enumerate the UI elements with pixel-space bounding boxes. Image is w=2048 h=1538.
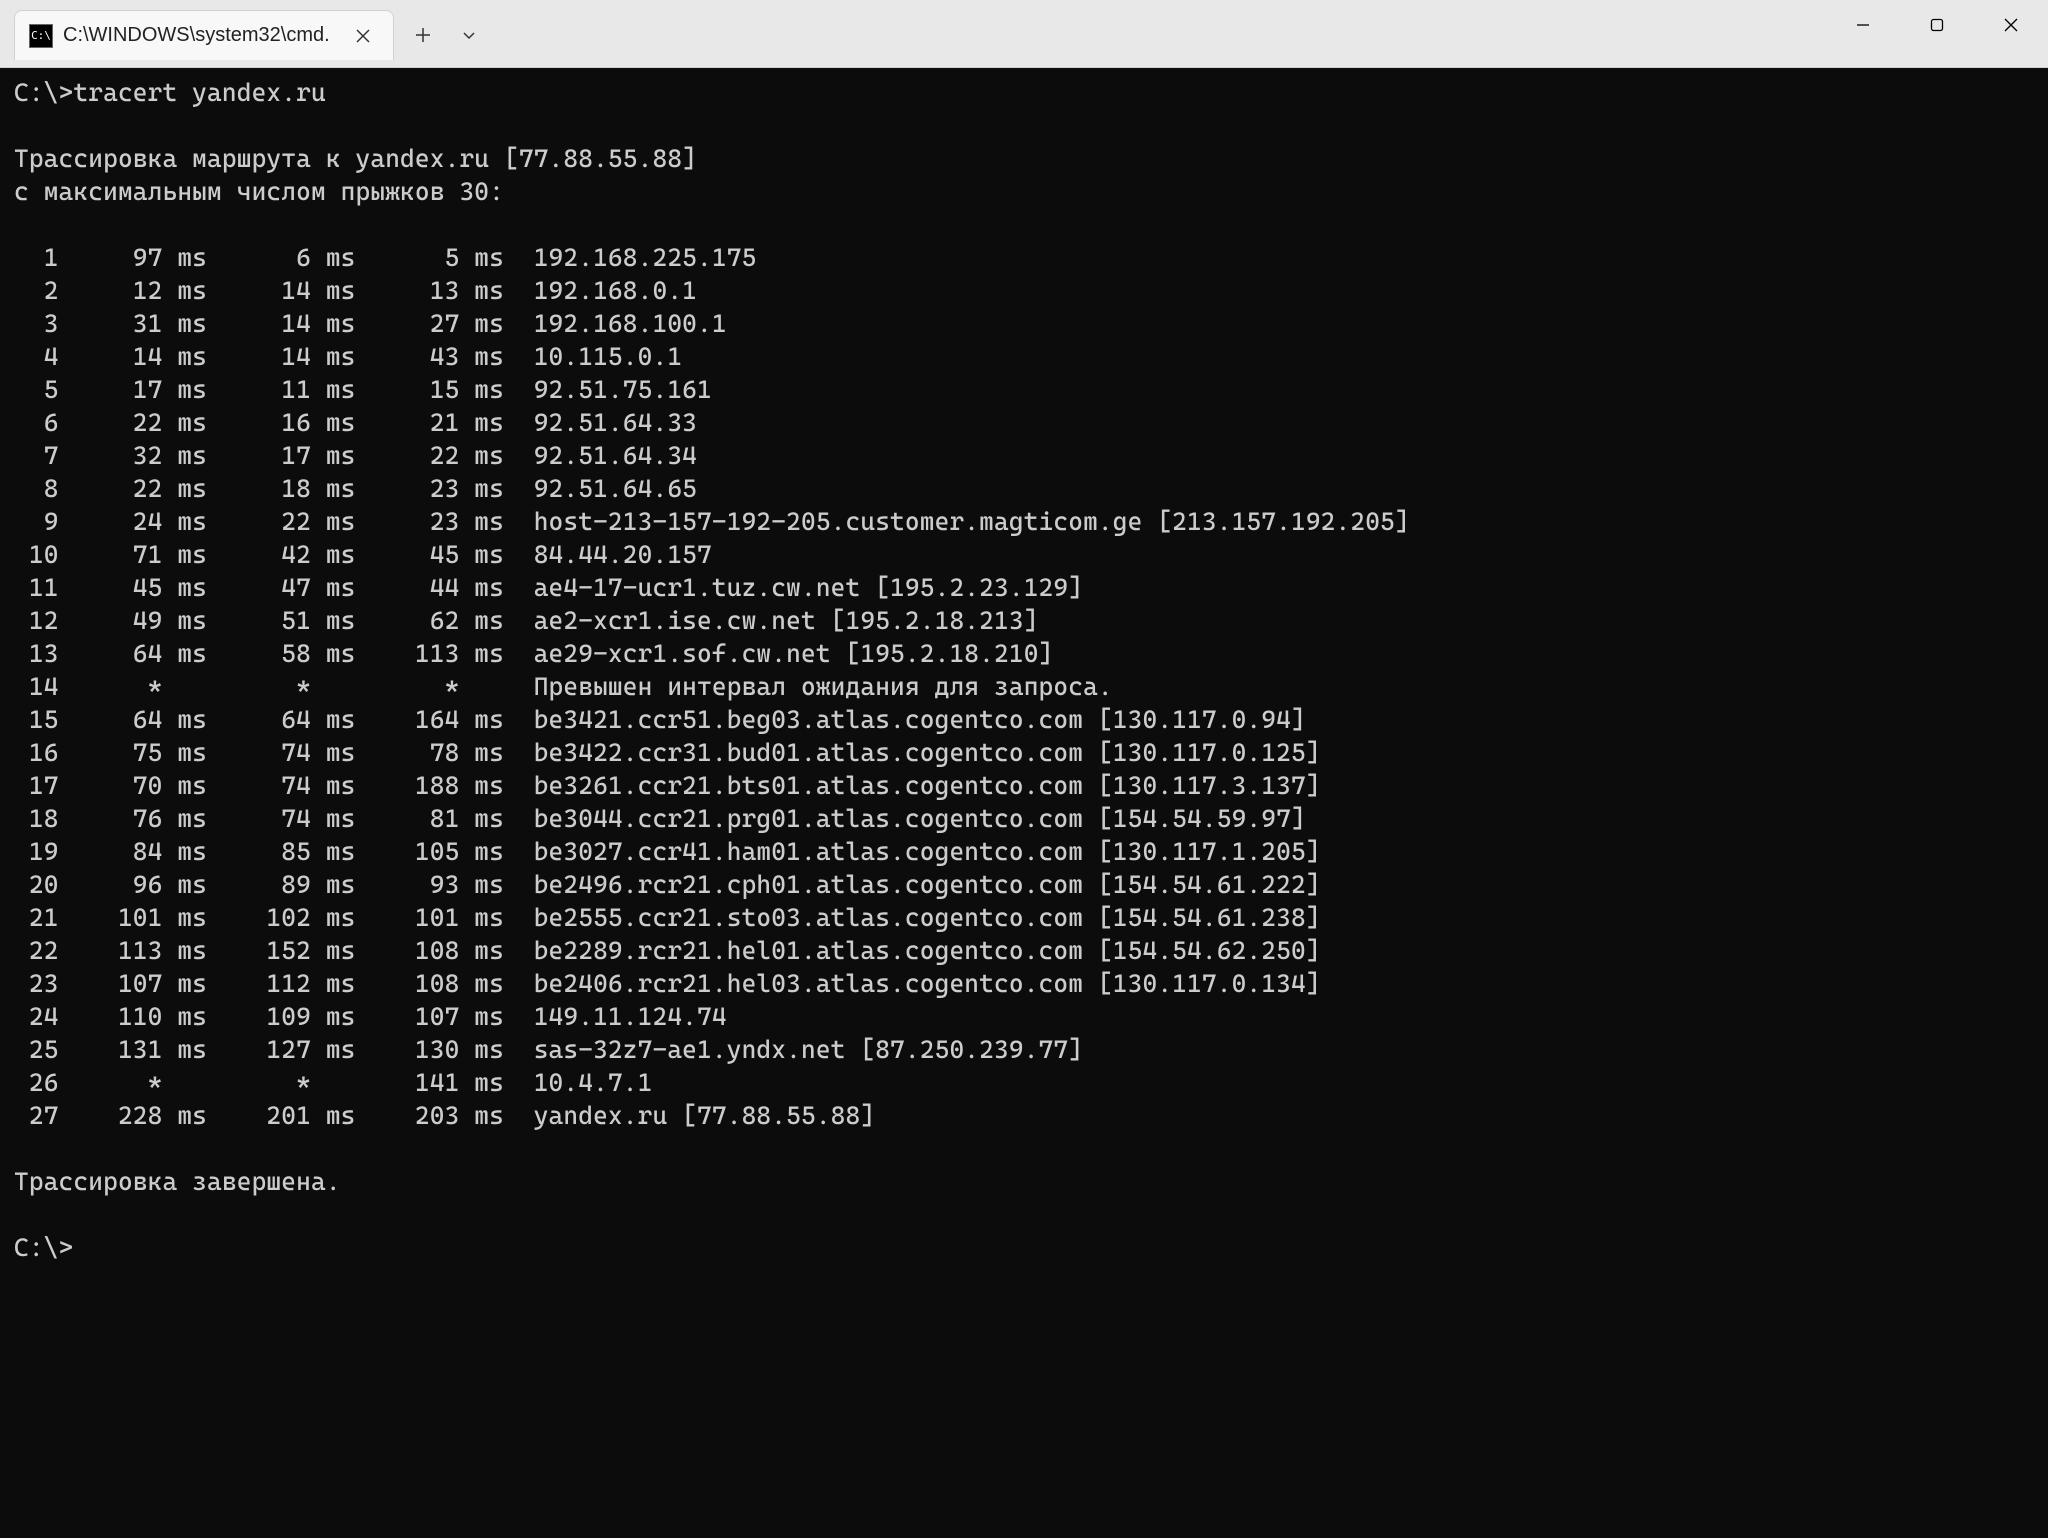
tab-active[interactable]: C:\ C:\WINDOWS\system32\cmd. xyxy=(14,10,394,60)
minimize-button[interactable] xyxy=(1826,0,1900,50)
terminal-output[interactable]: C:\>tracert yandex.ru Трассировка маршру… xyxy=(0,68,2048,1538)
new-tab-button[interactable] xyxy=(402,14,444,56)
close-icon xyxy=(356,29,370,43)
maximize-icon xyxy=(1930,18,1944,32)
cmd-icon: C:\ xyxy=(29,24,53,48)
maximize-button[interactable] xyxy=(1900,0,1974,50)
window-controls xyxy=(1826,0,2048,50)
titlebar: C:\ C:\WINDOWS\system32\cmd. xyxy=(0,0,2048,68)
chevron-down-icon xyxy=(462,30,476,40)
close-icon xyxy=(2003,17,2019,33)
terminal-window: C:\ C:\WINDOWS\system32\cmd. xyxy=(0,0,2048,1538)
close-window-button[interactable] xyxy=(1974,0,2048,50)
tab-title: C:\WINDOWS\system32\cmd. xyxy=(63,24,337,47)
tab-close-button[interactable] xyxy=(347,20,379,52)
plus-icon xyxy=(415,27,431,43)
tab-dropdown-button[interactable] xyxy=(448,14,490,56)
minimize-icon xyxy=(1855,17,1871,33)
